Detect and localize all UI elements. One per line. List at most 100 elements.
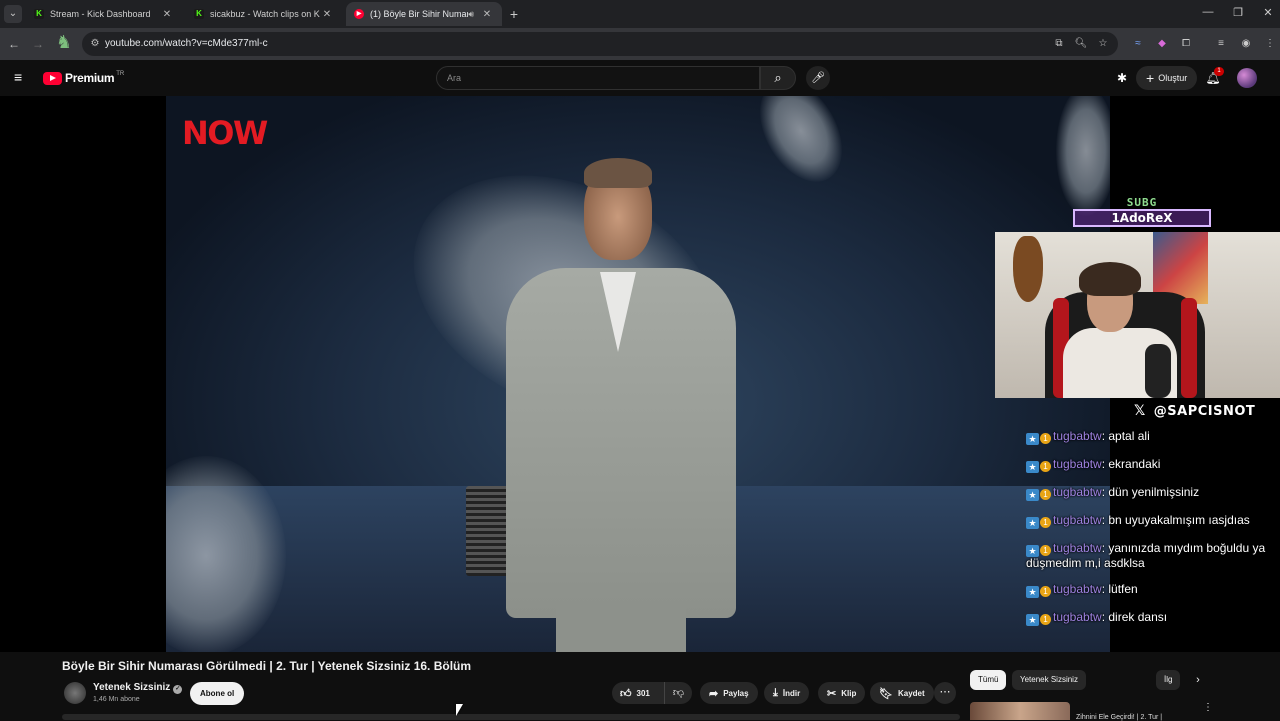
extension-wave-icon[interactable]: ≈ [1131, 37, 1145, 51]
badge-icon: ★ [1026, 614, 1039, 626]
chat-message: ★ 1 tugbabtw: ekrandaki [1026, 458, 1280, 473]
subg-name: 1AdoReX [1073, 209, 1211, 227]
channel-avatar[interactable] [64, 682, 86, 704]
chat-text: : ekrandaki [1101, 457, 1161, 471]
chat-text: : direk dansı [1101, 610, 1168, 624]
extensions-icon[interactable]: ⧠ [1179, 37, 1193, 51]
badge-icon: ★ [1026, 489, 1039, 501]
kick-favicon-icon: K [194, 9, 204, 19]
gift-badge-icon: 1 [1040, 461, 1051, 472]
tab-list-icon[interactable]: ⌄ [4, 5, 22, 23]
chevron-right-icon[interactable]: › [1190, 670, 1206, 690]
browser-tab-bar: ⌄ K Stream - Kick Dashboard ✕ K sicakbuz… [0, 0, 1280, 28]
subg-title: SUBG [1126, 196, 1158, 209]
hamburger-menu-icon[interactable]: ≡ [14, 70, 28, 84]
new-tab-button[interactable]: + [506, 5, 522, 23]
dislike-thumbs-down-icon[interactable]: 👎︎ [664, 682, 692, 704]
like-dislike-group: 👍︎ 301 👎︎ [612, 682, 692, 704]
subscriber-goal-overlay: SUBG 1AdoReX [1071, 196, 1213, 230]
profile-icon[interactable]: ◉ [1239, 37, 1253, 51]
close-tab-icon[interactable]: ✕ [480, 9, 494, 20]
country-code: TR [116, 71, 125, 77]
notification-count-badge: 1 [1214, 67, 1224, 76]
social-handle-overlay: 𝕏 @SAPCISNOT [1134, 403, 1255, 419]
chip-related[interactable]: İlg [1156, 670, 1181, 690]
youtube-header: ≡ Premium TR ⌕ 🎤︎ ✱ + Oluştur 🔔︎ 1 [0, 60, 1280, 96]
site-info-icon[interactable]: ⚙ [88, 37, 102, 51]
more-options-icon[interactable]: ⋯ [934, 682, 956, 704]
verified-check-icon: ✓ [173, 685, 183, 694]
gaming-chair-accent [1181, 298, 1197, 398]
browser-tab-kick-dashboard[interactable]: K Stream - Kick Dashboard ✕ [26, 2, 182, 26]
minimize-icon[interactable]: — [1198, 6, 1218, 18]
extension-puzzle-color-icon[interactable]: ◆ [1155, 37, 1169, 51]
recommendation-menu-icon[interactable]: ⋮ [1202, 702, 1214, 713]
chip-channel[interactable]: Yetenek Sizsiniz [1012, 670, 1086, 690]
close-tab-icon[interactable]: ✕ [160, 9, 174, 20]
webcam-guitar [1013, 236, 1043, 302]
badge-icon: ★ [1026, 586, 1039, 598]
social-handle: @SAPCISNOT [1153, 403, 1256, 419]
forward-icon[interactable]: → [30, 36, 46, 52]
video-details: Böyle Bir Sihir Numarası Görülmedi | 2. … [0, 652, 1280, 721]
youtube-premium-logo[interactable]: Premium TR [43, 71, 124, 85]
url-text[interactable]: youtube.com/watch?v=cMde377ml-c [105, 38, 268, 49]
install-app-icon[interactable]: ⧉ [1052, 37, 1066, 51]
video-frame [166, 96, 1110, 652]
extension-mascot-icon[interactable]: ♞ [54, 28, 74, 58]
create-button[interactable]: + Oluştur [1136, 66, 1198, 90]
search-input[interactable] [447, 71, 747, 85]
download-button[interactable]: ⤓ İndir [764, 682, 810, 704]
menu-kebab-icon[interactable]: ⋮ [1263, 37, 1277, 51]
video-title: Böyle Bir Sihir Numarası Görülmedi | 2. … [62, 659, 472, 673]
recommendation-thumbnail[interactable] [970, 702, 1070, 720]
share-button[interactable]: ➦ Paylaş [700, 682, 758, 704]
account-avatar[interactable] [1237, 68, 1257, 88]
tab-title: sicakbuz - Watch clips on Kick [210, 9, 320, 19]
like-button[interactable]: 👍︎ 301 [612, 682, 662, 704]
thumbs-up-icon: 👍︎ [620, 687, 632, 700]
gift-badge-icon: 1 [1040, 586, 1051, 597]
youtube-favicon-icon: ▶ [354, 9, 364, 19]
restore-icon[interactable]: ❐ [1228, 6, 1248, 19]
streamer-webcam [995, 232, 1280, 398]
chat-overlay: ★ 1 tugbabtw: aptal ali ★ 1 tugbabtw: ekrand… [1026, 430, 1280, 639]
clip-button[interactable]: ✂ Klip [818, 682, 866, 704]
address-bar[interactable]: ⚙ youtube.com/watch?v=cMde377ml-c ⧉ 🔍︎ ☆ [82, 32, 1118, 56]
share-label: Paylaş [723, 688, 749, 698]
search-icon[interactable]: ⌕ [760, 66, 796, 90]
browser-tab-youtube[interactable]: ▶ (1) Böyle Bir Sihir Numarası 🔊︎ ✕ [346, 2, 502, 26]
subscriber-count: 1,46 Mn abone [93, 696, 140, 703]
channel-name-text: Yetenek Sizsiniz [93, 682, 171, 693]
zoom-icon[interactable]: 🔍︎ [1074, 37, 1088, 51]
media-control-icon[interactable]: ≡ [1214, 37, 1228, 51]
browser-toolbar: ← → ♞ ⚙ youtube.com/watch?v=cMde377ml-c … [0, 28, 1280, 60]
studio-icon[interactable]: ✱ [1114, 70, 1130, 86]
chat-message: ★ 1 tugbabtw: lütfen [1026, 583, 1280, 598]
gift-badge-icon: 1 [1040, 433, 1051, 444]
chat-username: tugbabtw [1053, 582, 1102, 596]
kick-favicon-icon: K [34, 9, 44, 19]
close-window-icon[interactable]: ✕ [1258, 6, 1278, 19]
channel-name[interactable]: Yetenek Sizsiniz ✓ [93, 682, 183, 694]
create-label: Oluştur [1158, 73, 1188, 83]
back-icon[interactable]: ← [6, 36, 22, 52]
youtube-play-icon [43, 71, 62, 85]
microphone-icon[interactable]: 🎤︎ [806, 66, 830, 90]
save-button[interactable]: 🔖︎ Kaydet [870, 682, 934, 704]
browser-tab-kick-clips[interactable]: K sicakbuz - Watch clips on Kick ✕ [186, 2, 342, 26]
bookmark-star-icon[interactable]: ☆ [1096, 37, 1110, 51]
speaker-icon[interactable]: 🔊︎ [468, 9, 474, 20]
performer-pants [556, 606, 686, 652]
chat-username: tugbabtw [1053, 610, 1102, 624]
scissors-icon: ✂ [827, 687, 837, 700]
page-scroll-bar[interactable] [62, 714, 960, 720]
microphone-stand [1145, 344, 1171, 398]
chat-username: tugbabtw [1053, 457, 1102, 471]
chip-all[interactable]: Tümü [970, 670, 1007, 690]
like-count: 301 [636, 688, 650, 698]
chat-text: : bn uyuyakalmışım ıasjdıas [1101, 513, 1250, 527]
close-tab-icon[interactable]: ✕ [320, 9, 334, 20]
subscribe-button[interactable]: Abone ol [190, 682, 245, 705]
download-label: İndir [782, 688, 801, 698]
